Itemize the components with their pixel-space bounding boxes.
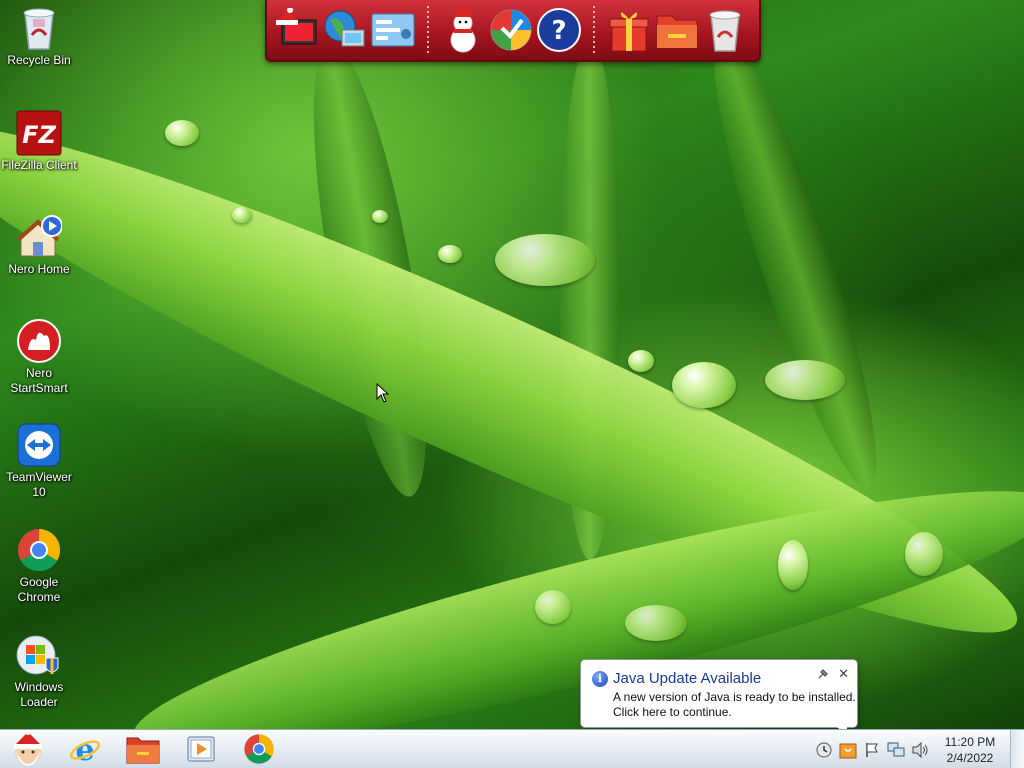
java-update-tray-icon[interactable] [836, 739, 860, 761]
desktop-icon-filezilla[interactable]: FZ FileZilla Client [0, 110, 78, 173]
taskbar-internet-explorer[interactable]: e [56, 730, 114, 768]
desktop-icon-label: Google Chrome [17, 575, 61, 604]
snowman-icon[interactable] [439, 5, 487, 55]
taskbar-media-player[interactable] [172, 730, 230, 768]
clock-time: 11:20 PM [944, 734, 996, 749]
quick-launch-dock: ? [265, 0, 761, 62]
desktop-icon-label: Nero StartSmart [10, 366, 68, 395]
show-desktop-button[interactable] [1010, 730, 1024, 768]
internet-explorer-icon: e [69, 733, 101, 765]
desktop-icon-windows-loader[interactable]: Windows Loader [0, 632, 78, 710]
desktop-icon-nero-startsmart[interactable]: Nero StartSmart [0, 318, 78, 396]
start-button[interactable] [0, 730, 56, 768]
santa-computer-icon[interactable] [273, 5, 321, 55]
windows-media-icon[interactable] [487, 5, 535, 55]
recycle-bin-icon [16, 5, 62, 51]
svg-text:?: ? [551, 16, 566, 46]
desktop-icon-label: TeamViewer 10 [6, 470, 72, 499]
chrome-icon [244, 734, 274, 764]
desktop-icon-nero-home[interactable]: Nero Home [0, 214, 78, 277]
recycle-bin-icon[interactable] [701, 5, 749, 55]
desktop-icon-label: Recycle Bin [7, 53, 71, 67]
options-icon[interactable] [817, 668, 829, 683]
desktop-icon-teamviewer[interactable]: TeamViewer 10 [0, 422, 78, 500]
java-update-notification[interactable]: i Java Update Available ✕ A new version … [580, 659, 858, 736]
taskbar-clock[interactable]: 11:20 PM 2/4/2022 [932, 734, 1008, 766]
help-icon[interactable]: ? [535, 5, 583, 55]
action-center-flag-icon[interactable] [860, 739, 884, 761]
desktop-icon-label: FileZilla Client [1, 158, 77, 172]
globe-network-icon[interactable] [321, 5, 369, 55]
filezilla-icon: FZ [16, 110, 62, 156]
gift-icon[interactable] [605, 5, 653, 55]
clock-date: 2/4/2022 [946, 750, 994, 765]
info-icon: i [592, 671, 608, 687]
desktop-icon-label: Windows Loader [14, 680, 64, 709]
control-panel-icon[interactable] [369, 5, 417, 55]
teamviewer-icon [16, 422, 62, 468]
desktop-icon-label: Nero Home [8, 262, 70, 276]
media-player-icon [187, 736, 215, 762]
desktop-icon-chrome[interactable]: Google Chrome [0, 527, 78, 605]
notification-body[interactable]: A new version of Java is ready to be ins… [613, 690, 856, 720]
nero-home-icon [16, 214, 62, 260]
volume-icon[interactable] [908, 739, 932, 761]
svg-text:FZ: FZ [22, 121, 56, 149]
taskbar: e 11:20 PM 2/4/2022 [0, 729, 1024, 768]
taskbar-file-explorer[interactable] [114, 730, 172, 768]
santa-start-icon [14, 730, 42, 766]
chrome-icon [16, 527, 62, 573]
folder-icon[interactable] [653, 5, 701, 55]
taskbar-chrome[interactable] [230, 730, 288, 768]
notification-line-2: Click here to continue. [613, 705, 732, 719]
mouse-cursor-icon [376, 382, 390, 407]
file-explorer-icon [126, 737, 160, 764]
network-icon[interactable] [884, 739, 908, 761]
desktop-icon-recycle-bin[interactable]: Recycle Bin [0, 5, 78, 68]
dock-separator [593, 6, 595, 54]
system-tray: 11:20 PM 2/4/2022 [812, 730, 1024, 768]
nero-startsmart-icon [16, 318, 62, 364]
notification-line-1: A new version of Java is ready to be ins… [613, 690, 856, 704]
dock-separator [427, 6, 429, 54]
tray-clock-app-icon[interactable] [812, 739, 836, 761]
notification-title: Java Update Available [613, 670, 762, 687]
svg-text:e: e [75, 733, 94, 765]
windows-loader-icon [16, 632, 62, 678]
close-icon[interactable]: ✕ [838, 667, 849, 682]
